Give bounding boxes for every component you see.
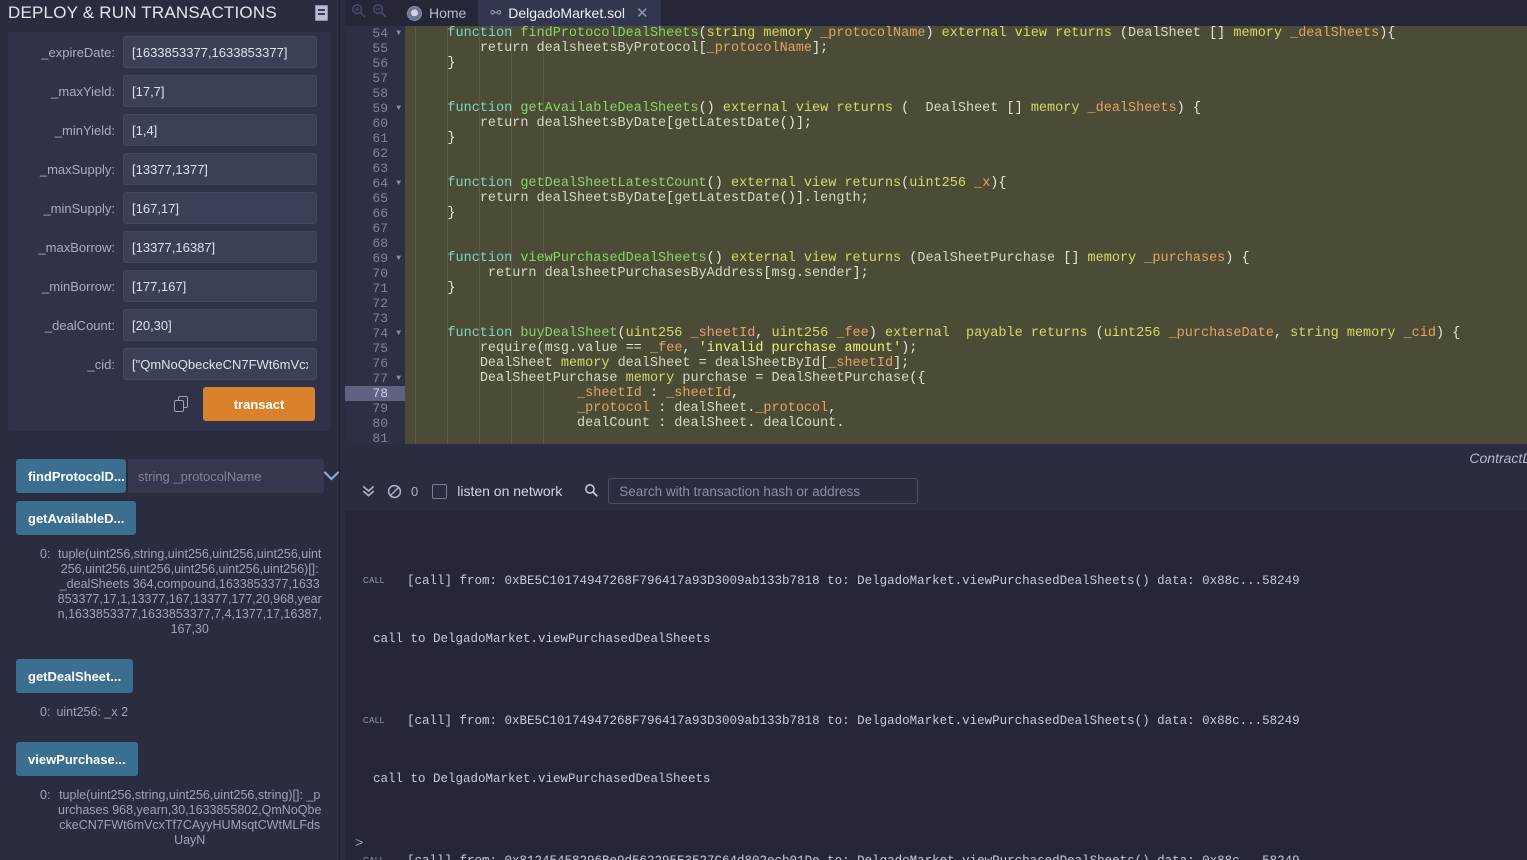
transact-button[interactable]: transact	[203, 387, 315, 421]
log-text: [call] from: 0x81245458296Be9d562295E352…	[407, 854, 1300, 860]
param-label: _minBorrow:	[42, 278, 115, 294]
call-findprotocoldealsheets-button[interactable]: findProtocolD...	[16, 459, 126, 493]
terminal-prompt[interactable]: >	[355, 836, 363, 852]
input-minyield[interactable]	[123, 114, 317, 146]
function-row: getAvailableD...	[16, 501, 323, 535]
result-index: 0:	[40, 705, 51, 719]
param-row-maxsupply: _maxSupply:	[14, 153, 317, 185]
input-dealcount[interactable]	[123, 309, 317, 341]
code-content[interactable]: function findProtocolDealSheets(string m…	[405, 26, 1527, 444]
transact-row: transact	[14, 387, 317, 421]
constructor-params-card: _expireDate: _maxYield: _minYield: _maxS…	[8, 32, 331, 431]
input-protocolname[interactable]	[128, 459, 324, 493]
transaction-search-input[interactable]	[608, 478, 919, 504]
deploy-and-run-panel: DEPLOY & RUN TRANSACTIONS _expireDate: _…	[0, 0, 340, 860]
input-cid[interactable]	[123, 348, 317, 380]
chevron-down-icon[interactable]	[324, 459, 339, 493]
result-value: uint256: _x 2	[56, 705, 129, 719]
listen-on-network-label: listen on network	[457, 483, 563, 499]
document-icon[interactable]	[315, 5, 329, 21]
line-number-gutter: 54 ▼ 55 56 57 58 59 ▼ 60 61 62 63 64 ▼ 65 66 67 68 69 ▼ 70 71…	[345, 26, 405, 444]
contract-functions-list: findProtocolD... getAvailableD... 0: tup…	[0, 459, 339, 848]
param-row-maxyield: _maxYield:	[14, 75, 317, 107]
input-expiredate[interactable]	[123, 36, 317, 68]
param-row-maxborrow: _maxBorrow:	[14, 231, 317, 263]
result-value: tuple(uint256,string,uint256,uint256,uin…	[57, 547, 322, 636]
function-result: 0: tuple(uint256,string,uint256,uint256,…	[16, 547, 323, 637]
param-row-minyield: _minYield:	[14, 114, 317, 146]
input-minsupply[interactable]	[123, 192, 317, 224]
tab-label: DelgadoMarket.sol	[508, 5, 625, 21]
function-row: viewPurchase...	[16, 742, 323, 776]
param-row-dealcount: _dealCount:	[14, 309, 317, 341]
tab-delgadomarket-sol[interactable]: ⚯ DelgadoMarket.sol ✕	[478, 0, 661, 26]
tab-home[interactable]: Home	[395, 0, 478, 26]
log-text: [call] from: 0xBE5C10174947268F796417a93…	[407, 714, 1300, 728]
close-icon[interactable]: ✕	[636, 4, 649, 22]
log-note: call to DelgadoMarket.viewPurchasedDealS…	[373, 632, 711, 646]
param-row-cid: _cid:	[14, 348, 317, 380]
input-maxyield[interactable]	[123, 75, 317, 107]
call-viewpurchaseddealsheets-button[interactable]: viewPurchase...	[16, 742, 138, 776]
copy-icon[interactable]	[174, 395, 189, 413]
tab-label: Home	[429, 5, 467, 21]
param-label: _maxSupply:	[39, 161, 115, 177]
input-maxborrow[interactable]	[123, 231, 317, 263]
param-label: _minYield:	[54, 122, 115, 138]
log-note: call to DelgadoMarket.viewPurchasedDealS…	[373, 772, 711, 786]
input-minborrow[interactable]	[123, 270, 317, 302]
zoom-controls	[345, 0, 395, 26]
editor-tabbar: Home ⚯ DelgadoMarket.sol ✕	[345, 0, 1527, 26]
param-label: _minSupply:	[43, 200, 115, 216]
log-entry[interactable]: CALL [call] from: 0xBE5C10174947268F7964…	[345, 574, 1527, 588]
function-result: 0: uint256: _x 2	[16, 705, 323, 720]
listen-on-network-checkbox[interactable]	[432, 483, 448, 499]
call-getdealsheetlatestcount-button[interactable]: getDealSheet...	[16, 659, 134, 693]
function-block-findprotocoldealsheets: findProtocolD...	[16, 459, 339, 493]
function-result: 0: tuple(uint256,string,uint256,uint256,…	[16, 788, 323, 848]
call-getavailabledealsheets-button[interactable]: getAvailableD...	[16, 501, 137, 535]
terminal-log[interactable]: CALL [call] from: 0xBE5C10174947268F7964…	[345, 510, 1527, 860]
editor-status-strip: ContractDefin	[345, 444, 1527, 472]
result-value: tuple(uint256,string,uint256,uint256,str…	[58, 788, 322, 847]
function-row: getDealSheet...	[16, 659, 323, 693]
zoom-out-icon[interactable]	[372, 3, 387, 23]
remix-logo-icon	[407, 5, 422, 21]
solidity-file-icon: ⚯	[490, 5, 502, 20]
result-index: 0:	[40, 788, 51, 802]
double-chevron-down-icon[interactable]	[355, 484, 381, 498]
terminal-toolbar: 0 listen on network	[345, 472, 1527, 510]
function-block-viewpurchaseddealsheets: viewPurchase... 0: tuple(uint256,string,…	[16, 742, 323, 848]
param-label: _dealCount:	[44, 317, 115, 333]
pending-transactions-count: 0	[411, 483, 419, 499]
log-badge: CALL	[363, 716, 385, 725]
function-block-getavailabledealsheets: getAvailableD... 0: tuple(uint256,string…	[16, 501, 323, 637]
page-title: DEPLOY & RUN TRANSACTIONS	[8, 3, 277, 22]
param-row-minsupply: _minSupply:	[14, 192, 317, 224]
result-index: 0:	[40, 547, 51, 561]
log-badge: CALL	[363, 854, 407, 860]
log-entry[interactable]: CALL [call] from: 0xBE5C10174947268F7964…	[345, 714, 1527, 728]
search-icon[interactable]	[562, 483, 608, 500]
param-row-expiredate: _expireDate:	[14, 36, 317, 68]
param-label: _maxBorrow:	[38, 239, 115, 255]
code-editor[interactable]: 54 ▼ 55 56 57 58 59 ▼ 60 61 62 63 64 ▼ 65 66 67 68 69 ▼ 70 71…	[345, 26, 1527, 444]
param-label: _cid:	[87, 356, 115, 372]
zoom-in-icon[interactable]	[351, 3, 366, 23]
contract-definition-label: ContractDefin	[1469, 450, 1527, 466]
log-badge: CALL	[363, 576, 385, 585]
input-maxsupply[interactable]	[123, 153, 317, 185]
param-row-minborrow: _minBorrow:	[14, 270, 317, 302]
param-label: _maxYield:	[51, 83, 115, 99]
terminal-panel: 0 listen on network CALL [call] from: 0x…	[345, 472, 1527, 860]
param-label: _expireDate:	[41, 44, 115, 60]
log-text: [call] from: 0xBE5C10174947268F796417a93…	[407, 574, 1300, 588]
ban-circle-icon[interactable]	[381, 484, 407, 499]
function-block-getdealsheetlatestcount: getDealSheet... 0: uint256: _x 2	[16, 659, 323, 720]
panel-header: DEPLOY & RUN TRANSACTIONS	[0, 0, 339, 26]
log-entry[interactable]: CALL [call] from: 0x81245458296Be9d56229…	[345, 854, 1527, 860]
function-row: findProtocolD...	[16, 459, 339, 493]
